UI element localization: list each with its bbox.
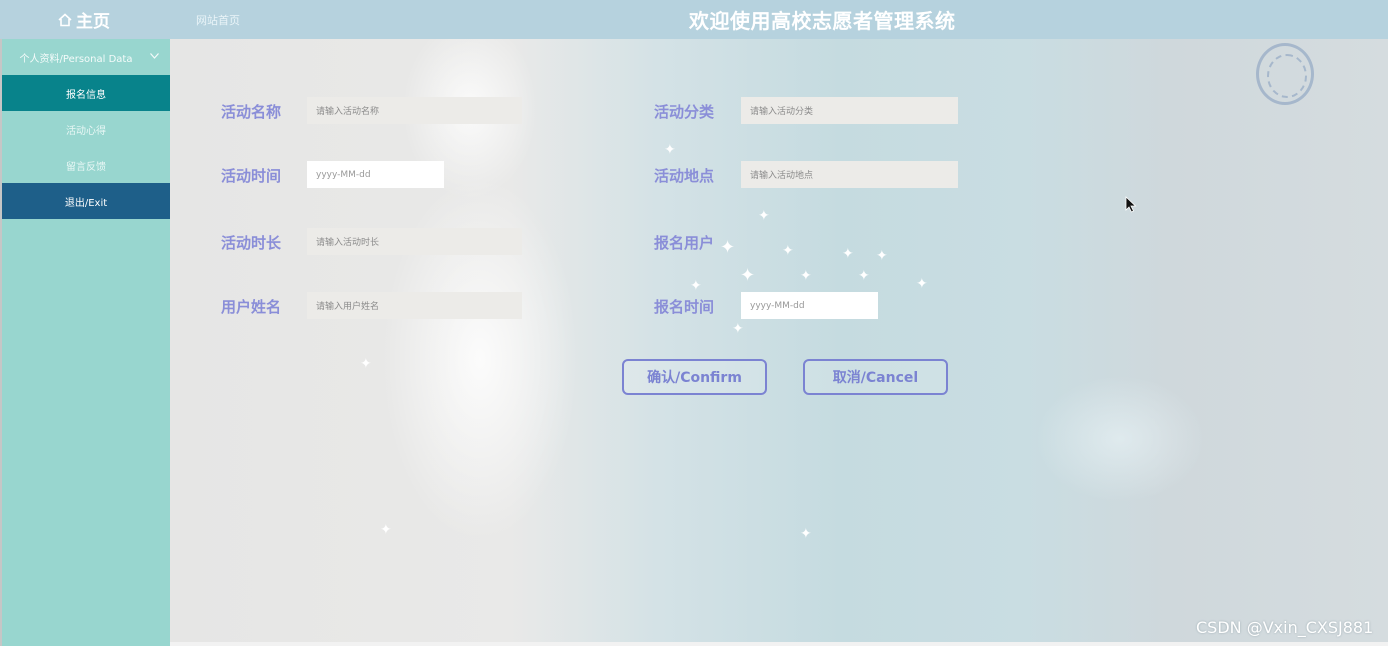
sidebar: 个人资料/Personal Data 报名信息 活动心得 留言反馈 退出/Exi…: [2, 39, 170, 646]
sidebar-group-personal-data[interactable]: 个人资料/Personal Data: [2, 39, 170, 75]
sparkle-icon: ✦: [800, 268, 812, 284]
page-title: 欢迎使用高校志愿者管理系统: [689, 9, 956, 33]
sparkle-icon: ✦: [758, 208, 770, 224]
sidebar-item-label: 报名信息: [66, 89, 106, 101]
sidebar-item-activity-notes[interactable]: 活动心得: [2, 111, 170, 147]
sparkle-icon: ✦: [664, 142, 676, 158]
sidebar-item-label: 退出/Exit: [64, 197, 108, 209]
sparkle-icon: ✦: [876, 248, 888, 264]
signup-time-label: 报名时间: [654, 298, 715, 316]
activity-name-input[interactable]: 请输入活动名称: [307, 97, 522, 124]
activity-name-label: 活动名称: [221, 103, 282, 121]
signup-time-date-input[interactable]: yyyy-MM-dd: [741, 292, 878, 319]
activity-duration-label: 活动时长: [221, 234, 282, 252]
sparkle-icon: ✦: [858, 268, 870, 284]
sidebar-group-label: 个人资料/Personal Data: [19, 53, 133, 65]
activity-duration-input[interactable]: 请输入活动时长: [307, 228, 522, 255]
activity-location-input[interactable]: 请输入活动地点: [741, 161, 958, 188]
sparkle-icon: ✦: [740, 265, 756, 286]
home-link[interactable]: 主页: [58, 7, 110, 32]
mouse-cursor-icon: [1125, 196, 1137, 213]
user-name-input[interactable]: 请输入用户姓名: [307, 292, 522, 319]
cancel-button[interactable]: 取消/Cancel: [803, 359, 948, 395]
watermark: CSDN @Vxin_CXSJ881: [1196, 618, 1374, 637]
activity-time-label: 活动时间: [221, 167, 282, 185]
sparkle-icon: ✦: [782, 243, 794, 259]
sparkle-icon: ✦: [690, 278, 702, 294]
top-bar: 主页 网站首页 欢迎使用高校志愿者管理系统: [0, 0, 1388, 39]
sparkle-icon: ✦: [380, 522, 392, 538]
sidebar-item-exit[interactable]: 退出/Exit: [2, 183, 170, 219]
activity-category-label: 活动分类: [654, 103, 715, 121]
main-content: ✦ ✦ ✦ ✦ ✦ ✦ ✦ ✦ ✦ ✦ ✦ ✦ ✦ ✦ ✦ 活动名称 请输入活动…: [170, 39, 1388, 642]
sidebar-item-feedback[interactable]: 留言反馈: [2, 147, 170, 183]
activity-time-date-input[interactable]: yyyy-MM-dd: [307, 161, 444, 188]
confirm-button[interactable]: 确认/Confirm: [622, 359, 767, 395]
sidebar-item-label: 留言反馈: [66, 161, 106, 173]
signup-user-label: 报名用户: [654, 234, 715, 252]
sparkle-icon: ✦: [800, 526, 812, 542]
home-icon: [58, 12, 72, 26]
sidebar-item-signup-info[interactable]: 报名信息: [2, 75, 170, 111]
sparkle-icon: ✦: [842, 246, 854, 262]
site-home-link[interactable]: 网站首页: [196, 12, 240, 28]
user-name-label: 用户姓名: [221, 298, 282, 316]
home-label: 主页: [76, 12, 110, 32]
activity-location-label: 活动地点: [654, 167, 715, 185]
sparkle-icon: ✦: [916, 276, 928, 292]
chevron-down-icon: [150, 53, 159, 59]
sparkle-icon: ✦: [732, 321, 744, 337]
stamp-logo: [1256, 43, 1314, 105]
activity-category-input[interactable]: 请输入活动分类: [741, 97, 958, 124]
bottom-strip: [170, 642, 1388, 646]
sidebar-item-label: 活动心得: [66, 125, 106, 137]
sparkle-icon: ✦: [720, 237, 736, 258]
sparkle-icon: ✦: [360, 356, 372, 372]
